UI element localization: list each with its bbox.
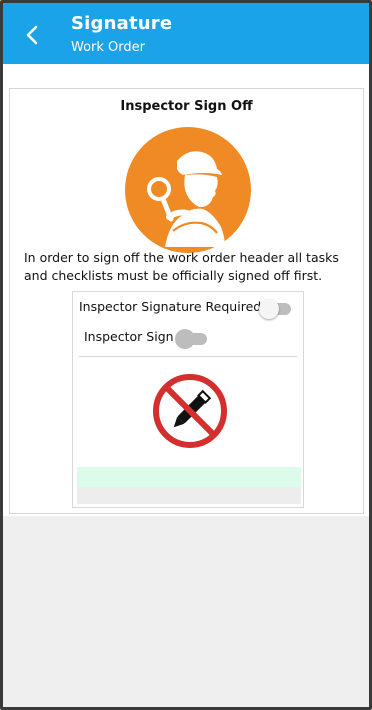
- app-header: Signature Work Order: [3, 3, 369, 64]
- signoff-message: In order to sign off the work order head…: [24, 250, 339, 283]
- inspector-detective-icon: [125, 127, 251, 253]
- signature-required-label: Inspector Signature Required: [79, 299, 262, 314]
- signature-required-toggle[interactable]: [259, 299, 291, 319]
- no-edit-icon: [153, 374, 227, 448]
- page-subtitle: Work Order: [71, 40, 145, 55]
- divider: [79, 356, 297, 357]
- toggle-knob: [259, 299, 279, 319]
- page-title: Signature: [71, 13, 173, 34]
- signature-input-area[interactable]: [77, 467, 301, 487]
- card-title: Inspector Sign Off: [120, 99, 253, 114]
- toggle-knob: [175, 329, 195, 349]
- app-frame: Signature Work Order Inspector Sign Off …: [0, 0, 372, 710]
- inspector-sign-label: Inspector Sign: [84, 329, 174, 344]
- chevron-left-icon: [26, 25, 38, 45]
- signature-footer-area: [77, 487, 301, 504]
- inspector-signoff-card: Inspector Sign Off In order to sign off …: [9, 88, 364, 514]
- inspector-sign-toggle[interactable]: [175, 329, 207, 349]
- signature-panel: Inspector Signature Required Inspector S…: [72, 291, 304, 508]
- back-button[interactable]: [18, 21, 46, 49]
